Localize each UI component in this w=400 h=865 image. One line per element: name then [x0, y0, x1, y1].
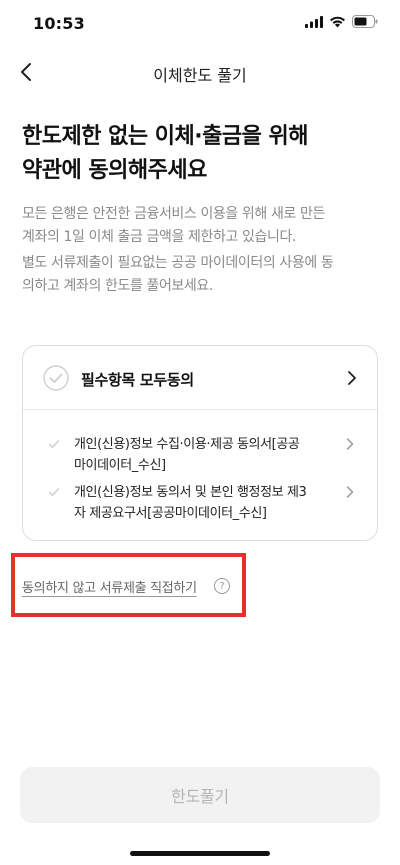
unlock-limit-button[interactable]: 한도풀기	[20, 767, 380, 823]
term-item-personal-info-consent[interactable]: 개인(신용)정보 수집·이용·제공 동의서[공공 마이데이터_수신]	[23, 434, 377, 478]
help-icon[interactable]: ?	[214, 578, 230, 594]
battery-icon	[352, 15, 378, 28]
check-icon	[48, 488, 60, 496]
description-p2-line-1: 별도 서류제출이 필요없는 공공 마이데이터의 사용에 동	[22, 255, 334, 271]
description-p2-line-2: 의하고 계좌의 한도를 풀어보세요.	[22, 278, 213, 294]
term-item-administrative-info-request[interactable]: 개인(신용)정보 동의서 및 본인 행정정보 제3 자 제공요구서[공공마이데이…	[23, 482, 377, 526]
description: 모든 은행은 안전한 금융서비스 이용을 위해 새로 만든 계좌의 1일 이체 …	[22, 203, 382, 298]
status-time: 10:53	[33, 14, 85, 33]
status-icons	[305, 15, 378, 28]
term-label-line-2: 자 제공요구서[공공마이데이터_수신]	[74, 506, 267, 521]
description-p1-line-1: 모든 은행은 안전한 금융서비스 이용을 위해 새로 만든	[22, 206, 325, 222]
page-title: 이체한도 풀기	[153, 66, 247, 85]
navigation-header: 이체한도 풀기	[0, 52, 400, 92]
term-label-line-1: 개인(신용)정보 동의서 및 본인 행정정보 제3	[74, 485, 307, 500]
status-bar: 10:53	[0, 0, 400, 50]
term-label: 개인(신용)정보 수집·이용·제공 동의서[공공 마이데이터_수신]	[74, 434, 336, 476]
chevron-right-icon[interactable]	[345, 437, 355, 451]
divider	[23, 409, 377, 410]
headline-line-1: 한도제한 없는 이체·출금을 위해	[22, 124, 308, 149]
check-circle-icon[interactable]	[43, 365, 69, 391]
agreement-card: 필수항목 모두동의 개인(신용)정보 수집·이용·제공 동의서[공공 마이데이터…	[22, 345, 378, 541]
headline: 한도제한 없는 이체·출금을 위해 약관에 동의해주세요	[22, 120, 382, 188]
headline-line-2: 약관에 동의해주세요	[22, 158, 207, 183]
wifi-icon	[330, 16, 345, 27]
term-label: 개인(신용)정보 동의서 및 본인 행정정보 제3 자 제공요구서[공공마이데이…	[74, 482, 336, 524]
signal-icon	[305, 15, 323, 28]
agree-all-label: 필수항목 모두동의	[81, 371, 194, 389]
chevron-right-icon[interactable]	[345, 485, 355, 499]
check-icon	[48, 440, 60, 448]
home-indicator	[130, 851, 270, 856]
description-p1-line-2: 계좌의 1일 이체 출금 금액을 제한하고 있습니다.	[22, 229, 296, 245]
chevron-right-icon[interactable]	[345, 368, 359, 388]
direct-submit-link[interactable]: 동의하지 않고 서류제출 직접하기	[22, 577, 197, 596]
term-label-line-1: 개인(신용)정보 수집·이용·제공 동의서[공공	[74, 437, 300, 452]
agree-all-row[interactable]: 필수항목 모두동의	[23, 346, 377, 410]
term-label-line-2: 마이데이터_수신]	[74, 458, 166, 473]
